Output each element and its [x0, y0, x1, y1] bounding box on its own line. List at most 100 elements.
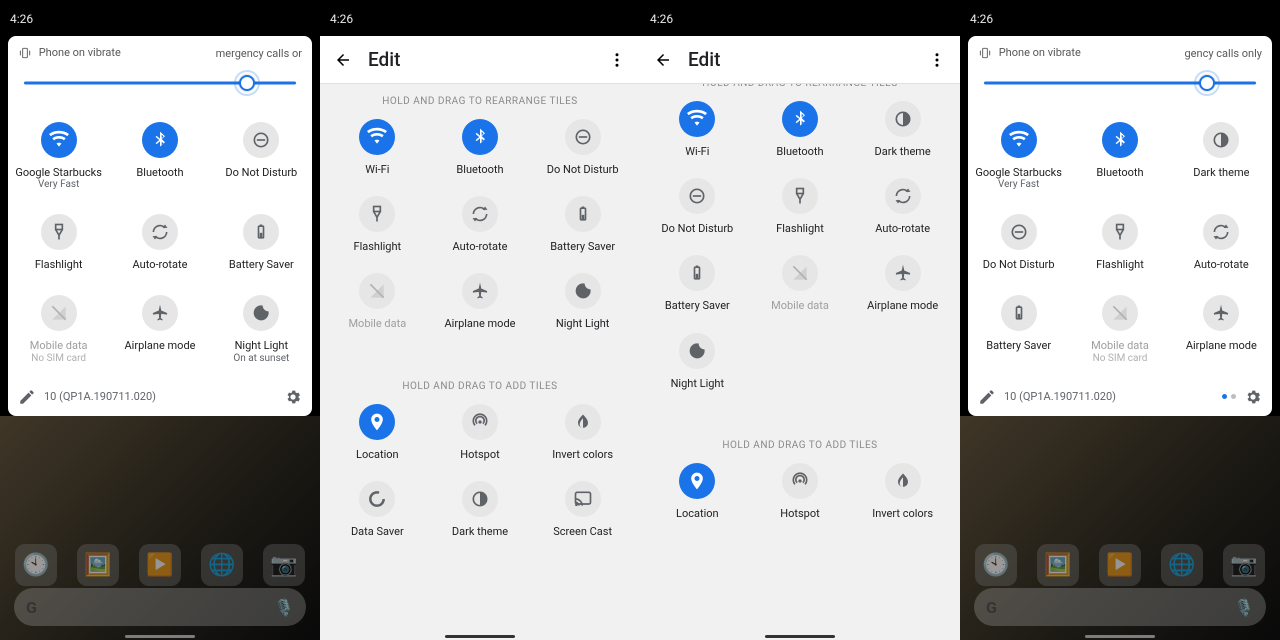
slider-thumb[interactable]	[239, 75, 255, 91]
tile-dnd[interactable]: Do Not Disturb	[211, 110, 312, 202]
edit-scroll[interactable]: HOLD AND DRAG TO REARRANGE TILES Wi-FiBl…	[320, 84, 640, 640]
dock-icon[interactable]: 📷	[263, 544, 305, 586]
tile-mobile[interactable]: Mobile data	[326, 263, 429, 340]
tile-invert[interactable]: Invert colors	[851, 453, 954, 530]
slider-thumb[interactable]	[1199, 75, 1215, 91]
flash-icon[interactable]	[41, 214, 77, 250]
tile-rotate[interactable]: Auto-rotate	[109, 202, 210, 283]
dnd-icon[interactable]	[679, 178, 715, 214]
dnd-icon[interactable]	[243, 122, 279, 158]
invert-icon[interactable]	[885, 463, 921, 499]
tile-battery[interactable]: Battery Saver	[968, 283, 1069, 375]
tile-mobile[interactable]: Mobile data	[749, 245, 852, 322]
settings-icon[interactable]	[284, 388, 302, 406]
tile-night[interactable]: Night Light	[531, 263, 634, 340]
tile-dnd[interactable]: Do Not Disturb	[968, 202, 1069, 283]
nav-handle[interactable]	[445, 635, 515, 638]
dark-icon[interactable]	[885, 101, 921, 137]
tile-flash[interactable]: Flashlight	[749, 168, 852, 245]
settings-icon[interactable]	[1244, 388, 1262, 406]
wifi-icon[interactable]	[679, 101, 715, 137]
hotspot-icon[interactable]	[462, 404, 498, 440]
night-icon[interactable]	[243, 295, 279, 331]
flash-icon[interactable]	[782, 178, 818, 214]
battery-icon[interactable]	[679, 255, 715, 291]
datasaver-icon[interactable]	[359, 481, 395, 517]
tile-bt[interactable]: Bluetooth	[749, 91, 852, 168]
tile-hotspot[interactable]: Hotspot	[749, 453, 852, 530]
brightness-slider[interactable]	[984, 74, 1256, 92]
bt-icon[interactable]	[142, 122, 178, 158]
tile-rotate[interactable]: Auto-rotate	[1171, 202, 1272, 283]
tile-dark[interactable]: Dark theme	[429, 471, 532, 548]
location-icon[interactable]	[679, 463, 715, 499]
battery-icon[interactable]	[243, 214, 279, 250]
rotate-icon[interactable]	[462, 196, 498, 232]
wifi-icon[interactable]	[1001, 122, 1037, 158]
wifi-icon[interactable]	[41, 122, 77, 158]
search-bar[interactable]: G 🎙️	[974, 588, 1266, 626]
dnd-icon[interactable]	[1001, 214, 1037, 250]
tile-night[interactable]: Night LightOn at sunset	[211, 283, 312, 375]
mobile-icon[interactable]	[1102, 295, 1138, 331]
more-icon[interactable]	[928, 51, 946, 69]
tile-location[interactable]: Location	[646, 453, 749, 530]
airplane-icon[interactable]	[462, 273, 498, 309]
brightness-slider[interactable]	[24, 74, 296, 92]
bt-icon[interactable]	[462, 119, 498, 155]
tile-hotspot[interactable]: Hotspot	[429, 394, 532, 471]
tile-dnd[interactable]: Do Not Disturb	[531, 109, 634, 186]
mobile-icon[interactable]	[41, 295, 77, 331]
tile-bt[interactable]: Bluetooth	[429, 109, 532, 186]
rotate-icon[interactable]	[142, 214, 178, 250]
tile-dark[interactable]: Dark theme	[851, 91, 954, 168]
dark-icon[interactable]	[462, 481, 498, 517]
nav-handle[interactable]	[765, 635, 835, 638]
tile-dark[interactable]: Dark theme	[1171, 110, 1272, 202]
edit-icon[interactable]	[18, 388, 36, 406]
rotate-icon[interactable]	[1203, 214, 1239, 250]
tile-wifi[interactable]: Wi-Fi	[326, 109, 429, 186]
search-bar[interactable]: G 🎙️	[14, 588, 306, 626]
tile-airplane[interactable]: Airplane mode	[1171, 283, 1272, 375]
dock-icon[interactable]: 📷	[1223, 544, 1265, 586]
flash-icon[interactable]	[1102, 214, 1138, 250]
tile-airplane[interactable]: Airplane mode	[109, 283, 210, 375]
dock-icon[interactable]: 🖼️	[77, 544, 119, 586]
back-icon[interactable]	[654, 51, 672, 69]
tile-airplane[interactable]: Airplane mode	[851, 245, 954, 322]
dock-icon[interactable]: 🖼️	[1037, 544, 1079, 586]
tile-flash[interactable]: Flashlight	[8, 202, 109, 283]
mobile-icon[interactable]	[359, 273, 395, 309]
tile-dnd[interactable]: Do Not Disturb	[646, 168, 749, 245]
back-icon[interactable]	[334, 51, 352, 69]
rotate-icon[interactable]	[885, 178, 921, 214]
more-icon[interactable]	[608, 51, 626, 69]
tile-mobile[interactable]: Mobile dataNo SIM card	[8, 283, 109, 375]
location-icon[interactable]	[359, 404, 395, 440]
airplane-icon[interactable]	[885, 255, 921, 291]
tile-datasaver[interactable]: Data Saver	[326, 471, 429, 548]
dark-icon[interactable]	[1203, 122, 1239, 158]
tile-location[interactable]: Location	[326, 394, 429, 471]
dnd-icon[interactable]	[565, 119, 601, 155]
tile-wifi[interactable]: Wi-Fi	[646, 91, 749, 168]
tile-bt[interactable]: Bluetooth	[109, 110, 210, 202]
airplane-icon[interactable]	[142, 295, 178, 331]
dock-icon[interactable]: ▶️	[1099, 544, 1141, 586]
mobile-icon[interactable]	[782, 255, 818, 291]
tile-bt[interactable]: Bluetooth	[1069, 110, 1170, 202]
battery-icon[interactable]	[1001, 295, 1037, 331]
night-icon[interactable]	[679, 333, 715, 369]
tile-wifi[interactable]: Google StarbucksVery Fast	[968, 110, 1069, 202]
tile-flash[interactable]: Flashlight	[1069, 202, 1170, 283]
battery-icon[interactable]	[565, 196, 601, 232]
bt-icon[interactable]	[782, 101, 818, 137]
tile-airplane[interactable]: Airplane mode	[429, 263, 532, 340]
invert-icon[interactable]	[565, 404, 601, 440]
tile-battery[interactable]: Battery Saver	[211, 202, 312, 283]
tile-cast[interactable]: Screen Cast	[531, 471, 634, 548]
nav-handle[interactable]	[125, 635, 195, 638]
dock-icon[interactable]: 🕙	[15, 544, 57, 586]
flash-icon[interactable]	[359, 196, 395, 232]
